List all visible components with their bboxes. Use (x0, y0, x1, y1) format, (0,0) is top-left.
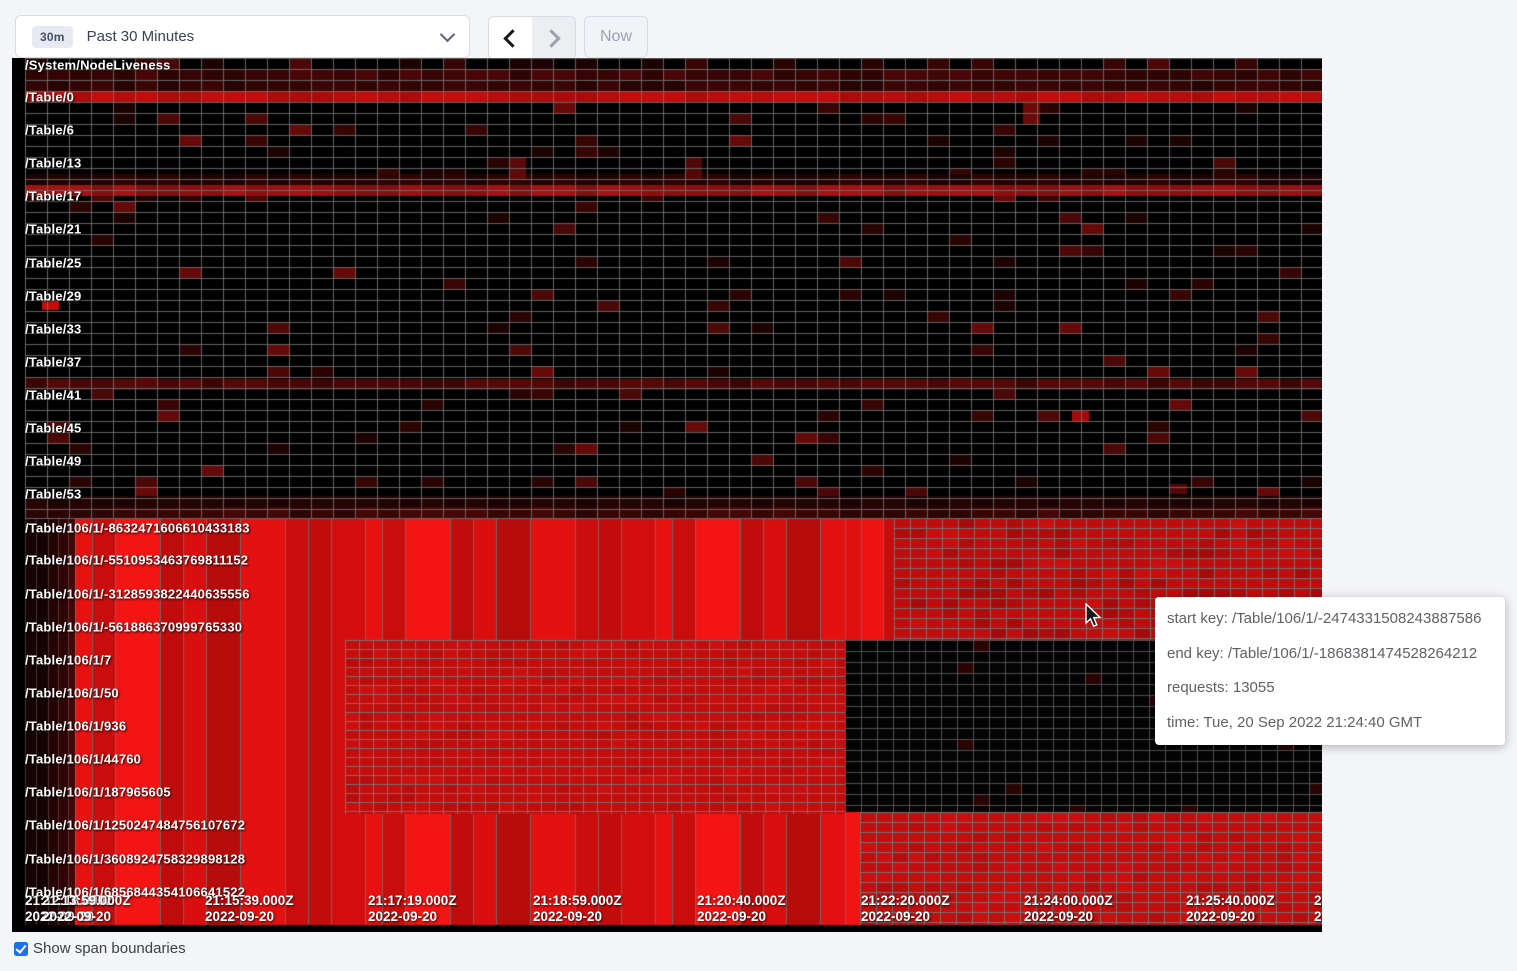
time-nav-button-group (488, 16, 576, 60)
show-span-boundaries-control[interactable]: Show span boundaries (14, 940, 186, 957)
time-window-label: Past 30 Minutes (87, 28, 195, 45)
tooltip-line: requests: 13055 (1167, 679, 1493, 696)
chevron-down-icon (440, 27, 456, 43)
time-window-badge: 30m (32, 26, 73, 48)
tooltip-line: start key: /Table/106/1/-247433150824388… (1167, 610, 1493, 627)
key-visualizer-chart: /System/NodeLiveness/Table/0/Table/6/Tab… (12, 58, 1322, 932)
previous-window-button[interactable] (489, 17, 532, 59)
cell-tooltip: start key: /Table/106/1/-247433150824388… (1155, 597, 1505, 745)
show-span-boundaries-label: Show span boundaries (33, 940, 186, 957)
chevron-right-icon (542, 29, 560, 47)
key-visualizer-heatmap[interactable] (12, 58, 1322, 932)
tooltip-line: time: Tue, 20 Sep 2022 21:24:40 GMT (1167, 714, 1493, 731)
next-window-button[interactable] (532, 17, 575, 59)
chevron-left-icon (503, 29, 521, 47)
checkbox-checked-icon[interactable] (14, 942, 28, 956)
tooltip-line: end key: /Table/106/1/-18683814745282642… (1167, 645, 1493, 662)
now-button[interactable]: Now (584, 16, 648, 58)
time-window-dropdown[interactable]: 30m Past 30 Minutes (15, 15, 470, 58)
